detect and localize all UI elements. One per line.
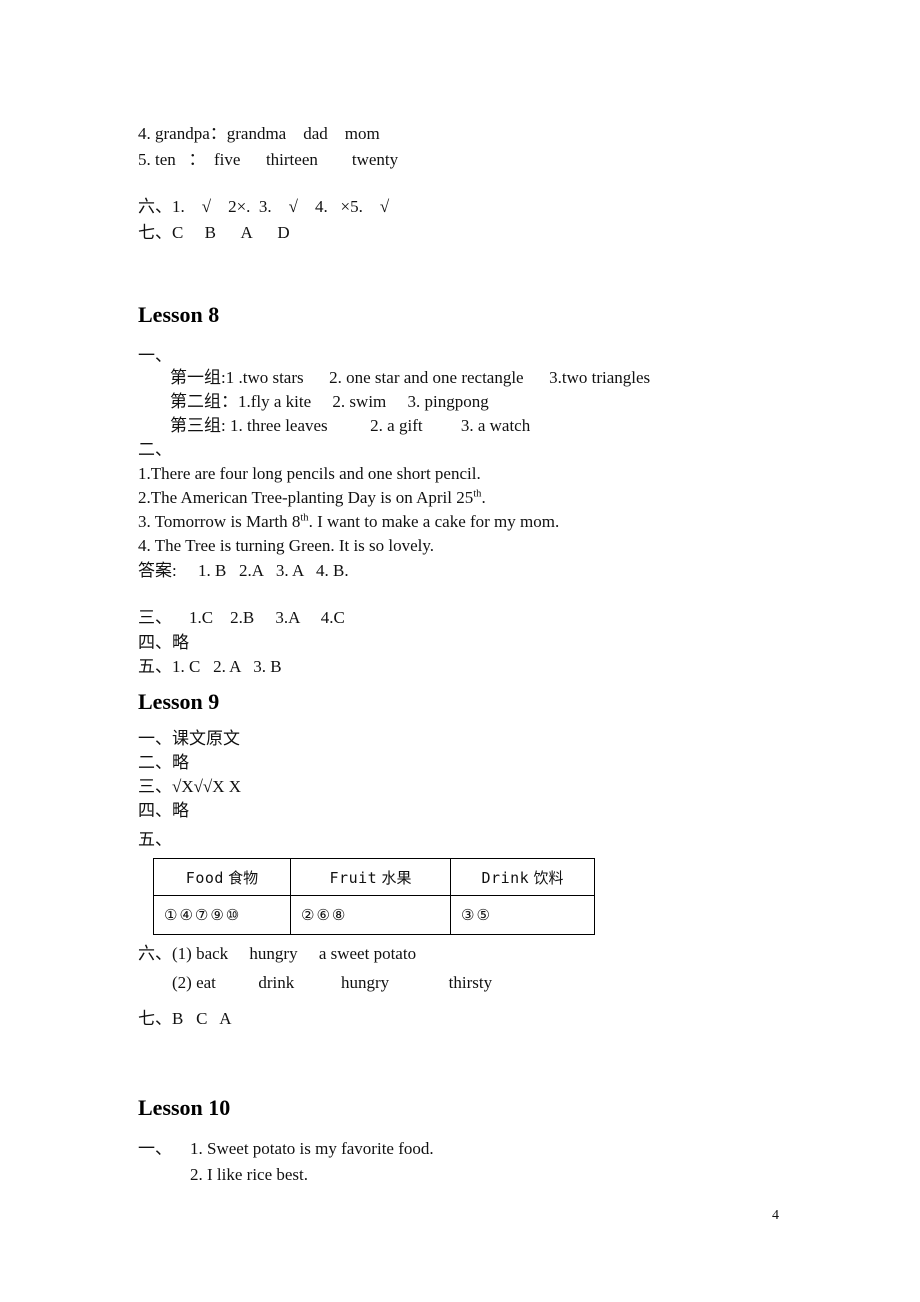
- answer-line-4: 4. grandpa：grandma dad mom: [138, 124, 380, 143]
- lesson8-section-5: 五、1. C 2. A 3. B: [138, 657, 282, 676]
- table-header-fruit-cn: 水果: [381, 868, 412, 887]
- lesson8-sentence-2-tail: .: [481, 488, 486, 507]
- table-header-row: Food 食物 Fruit 水果 Drink 饮料: [153, 858, 595, 896]
- table-cell-food-values: ①④⑦⑨⑩: [164, 906, 242, 924]
- table-header-drink: Drink 饮料: [450, 858, 595, 896]
- lesson9-section-6-line-2: (2) eat drink hungry thirsty: [172, 973, 493, 992]
- table-cell-drink-values: ③⑤: [461, 906, 492, 924]
- table-row: ①④⑦⑨⑩ ②⑥⑧ ③⑤: [153, 895, 595, 935]
- lesson-10-heading: Lesson 10: [138, 1095, 231, 1120]
- table-cell-drink: ③⑤: [450, 895, 595, 935]
- lesson8-answers: 答案: 1. B 2.A 3. A 4. B.: [138, 561, 349, 580]
- lesson10-section-1-label: 一、: [138, 1139, 172, 1158]
- table-cell-fruit-values: ②⑥⑧: [301, 906, 348, 924]
- lesson8-sentence-2: 2.The American Tree-planting Day is on A…: [138, 485, 486, 511]
- lesson-9-heading: Lesson 9: [138, 689, 220, 714]
- lesson-8-heading: Lesson 8: [138, 302, 220, 327]
- lesson10-item-1: 1. Sweet potato is my favorite food.: [190, 1139, 434, 1158]
- answer-line-5: 5. ten ： five thirteen twenty: [138, 150, 399, 169]
- lesson9-section-3: 三、√X√√X X: [138, 777, 242, 796]
- table-cell-fruit: ②⑥⑧: [290, 895, 451, 935]
- lesson8-sentence-3-ordinal: th: [300, 512, 309, 524]
- table-header-fruit: Fruit 水果: [290, 858, 451, 896]
- page-number: 4: [772, 1208, 779, 1223]
- table-header-food-en: Food: [185, 868, 224, 887]
- lesson8-group-1: 第一组:1 .two stars 2. one star and one rec…: [170, 368, 651, 387]
- lesson9-section-5-label: 五、: [138, 830, 172, 849]
- table-header-drink-en: Drink: [481, 868, 530, 887]
- lesson9-section-6-line-1: 六、(1) back hungry a sweet potato: [138, 944, 417, 963]
- table-header-food-cn: 食物: [228, 868, 259, 887]
- lesson8-sentence-2-text: 2.The American Tree-planting Day is on A…: [138, 488, 474, 507]
- lesson9-section-1: 一、课文原文: [138, 729, 240, 748]
- lesson8-section-3: 三、 1.C 2.B 3.A 4.C: [138, 608, 345, 627]
- table-header-drink-cn: 饮料: [533, 868, 564, 887]
- lesson8-sentence-1: 1.There are four long pencils and one sh…: [138, 464, 481, 483]
- lesson8-group-2: 第二组：1.fly a kite 2. swim 3. pingpong: [170, 392, 489, 411]
- lesson8-sentence-3-tail: . I want to make a cake for my mom.: [308, 512, 560, 531]
- table-header-food: Food 食物: [153, 858, 291, 896]
- lesson8-section-4: 四、略: [138, 633, 189, 652]
- lesson9-section-2: 二、略: [138, 753, 189, 772]
- lesson8-sentence-3: 3. Tomorrow is Marth 8th. I want to make…: [138, 509, 559, 535]
- answer-line-7: 七、C B A D: [138, 223, 290, 242]
- document-page: 4. grandpa：grandma dad mom 5. ten ： five…: [0, 0, 920, 1302]
- lesson9-section-4: 四、略: [138, 801, 189, 820]
- lesson8-group-3: 第三组: 1. three leaves 2. a gift 3. a watc…: [170, 416, 531, 435]
- lesson8-section-1-label: 一、: [138, 346, 172, 365]
- lesson8-sentence-4: 4. The Tree is turning Green. It is so l…: [138, 536, 435, 555]
- answer-line-6: 六、1. √ 2×. 3. √ 4. ×5. √: [138, 197, 390, 216]
- lesson10-item-2: 2. I like rice best.: [190, 1165, 309, 1184]
- lesson9-section-7: 七、B C A: [138, 1009, 232, 1028]
- lesson8-section-2-label: 二、: [138, 440, 172, 459]
- table-cell-food: ①④⑦⑨⑩: [153, 895, 291, 935]
- table-header-fruit-en: Fruit: [329, 868, 378, 887]
- food-category-table: Food 食物 Fruit 水果 Drink 饮料 ①④⑦⑨⑩ ②⑥⑧ ③⑤: [153, 858, 595, 935]
- lesson8-sentence-3-text: 3. Tomorrow is Marth 8: [138, 512, 301, 531]
